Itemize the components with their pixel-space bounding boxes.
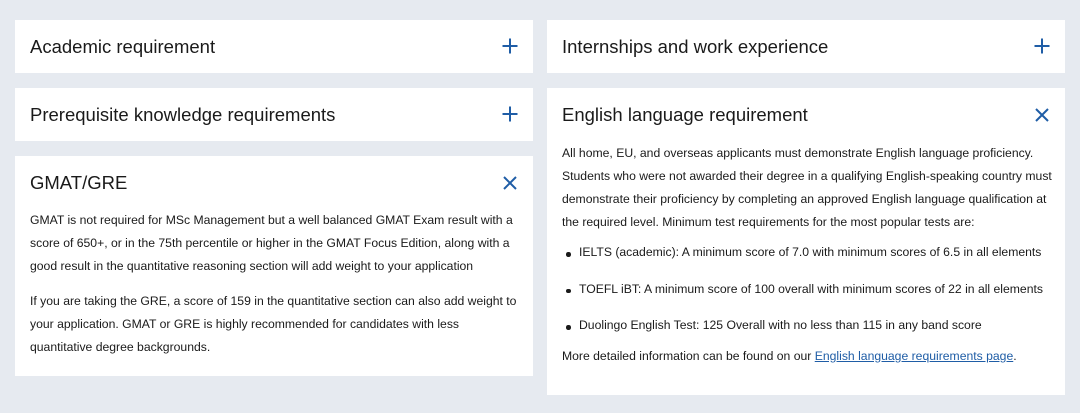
gmat-gre-panel: GMAT/GRE GMAT is not required for MSc Ma… — [15, 156, 533, 376]
english-language-header[interactable]: English language requirement — [547, 88, 1065, 142]
close-icon[interactable] — [1033, 106, 1051, 124]
plus-icon[interactable] — [1033, 37, 1051, 55]
academic-requirement-panel: Academic requirement — [15, 20, 533, 73]
english-footer-note: More detailed information can be found o… — [562, 345, 1053, 368]
gmat-gre-header[interactable]: GMAT/GRE — [15, 156, 533, 210]
english-intro-paragraph: All home, EU, and overseas applicants mu… — [562, 146, 1052, 229]
list-item: Duolingo English Test: 125 Overall with … — [562, 307, 1053, 344]
footer-suffix-text: . — [1013, 348, 1017, 363]
english-language-content: All home, EU, and overseas applicants mu… — [562, 142, 1053, 368]
plus-icon[interactable] — [501, 105, 519, 123]
english-language-title: English language requirement — [562, 104, 808, 125]
list-item: TOEFL iBT: A minimum score of 100 overal… — [562, 271, 1053, 308]
test-requirements-list: IELTS (academic): A minimum score of 7.0… — [562, 234, 1053, 344]
internships-header[interactable]: Internships and work experience — [547, 20, 1065, 74]
plus-icon[interactable] — [501, 37, 519, 55]
gmat-gre-title: GMAT/GRE — [30, 172, 128, 193]
english-requirements-link[interactable]: English language requirements page — [815, 349, 1014, 363]
close-icon[interactable] — [501, 174, 519, 192]
gre-paragraph: If you are taking the GRE, a score of 15… — [30, 294, 517, 354]
footer-prefix-text: More detailed information can be found o… — [562, 348, 815, 363]
gmat-paragraph: GMAT is not required for MSc Management … — [30, 213, 513, 273]
academic-requirement-title: Academic requirement — [30, 36, 216, 57]
prerequisite-knowledge-panel: Prerequisite knowledge requirements — [15, 88, 533, 141]
internships-panel: Internships and work experience — [547, 20, 1065, 73]
prerequisite-knowledge-title: Prerequisite knowledge requirements — [30, 104, 336, 125]
gmat-gre-content: GMAT is not required for MSc Management … — [30, 209, 519, 359]
academic-requirement-header[interactable]: Academic requirement — [15, 20, 533, 74]
internships-title: Internships and work experience — [562, 36, 829, 57]
list-item: IELTS (academic): A minimum score of 7.0… — [562, 234, 1053, 271]
english-language-panel: English language requirement All home, E… — [547, 88, 1065, 395]
prerequisite-knowledge-header[interactable]: Prerequisite knowledge requirements — [15, 88, 533, 142]
